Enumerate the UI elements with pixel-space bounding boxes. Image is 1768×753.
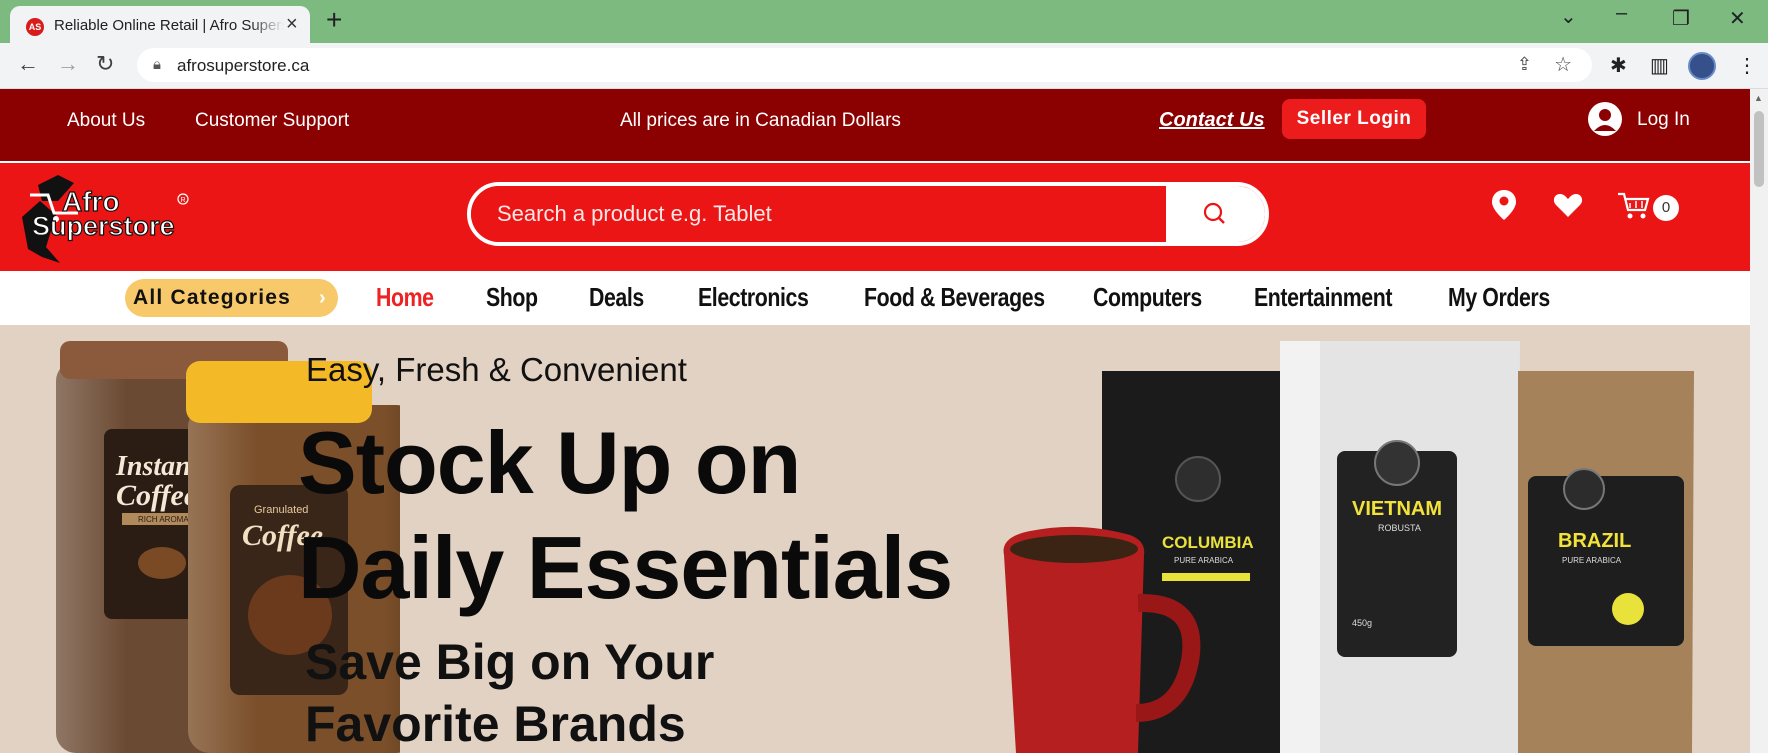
cart-count-badge: 0: [1653, 195, 1679, 221]
bag2-sub: ROBUSTA: [1378, 523, 1421, 533]
bag1-label: COLUMBIA: [1162, 533, 1254, 552]
site-header: Afro Superstore R 0: [0, 163, 1750, 271]
hero-kicker: Easy, Fresh & Convenient: [306, 351, 687, 388]
jar1-label-2: Coffee: [116, 479, 197, 512]
currency-note: All prices are in Canadian Dollars: [620, 110, 901, 131]
side-panel-icon[interactable]: ▥: [1650, 53, 1669, 78]
window-close-icon[interactable]: ✕: [1729, 6, 1746, 31]
about-us-link[interactable]: About Us: [67, 110, 145, 132]
tab-search-chevron-icon[interactable]: ⌄: [1560, 4, 1577, 29]
search-bar: [467, 182, 1269, 246]
nav-computers[interactable]: Computers: [1093, 282, 1202, 313]
search-icon: [1203, 202, 1225, 224]
url-text: afrosuperstore.ca: [177, 56, 310, 75]
bag2-label: VIETNAM: [1352, 498, 1442, 520]
site-topbar: About Us Customer Support All prices are…: [0, 89, 1750, 161]
jar1-tag: RICH AROMA: [138, 515, 189, 524]
browser-tab[interactable]: AS Reliable Online Retail | Afro Superst…: [10, 6, 310, 43]
nav-home[interactable]: Home: [376, 282, 434, 313]
nav-shop[interactable]: Shop: [486, 282, 538, 313]
tab-close-icon[interactable]: ×: [286, 13, 298, 36]
address-bar[interactable]: 🔒︎ afrosuperstore.ca ⇪ ☆: [137, 48, 1592, 82]
user-icon[interactable]: [1588, 102, 1622, 136]
heart-icon[interactable]: [1553, 192, 1583, 223]
forward-icon[interactable]: →: [57, 51, 79, 77]
svg-text:Superstore: Superstore: [32, 211, 175, 241]
menu-kebab-icon[interactable]: ⋮: [1737, 53, 1757, 78]
browser-tab-strip: AS Reliable Online Retail | Afro Superst…: [0, 0, 1768, 43]
location-pin-icon[interactable]: [1491, 189, 1517, 226]
minimize-icon[interactable]: –: [1616, 2, 1627, 25]
contact-us-link[interactable]: Contact Us: [1159, 109, 1265, 132]
afro-superstore-logo[interactable]: Afro Superstore R: [16, 171, 196, 267]
page-scrollbar[interactable]: ▲: [1750, 89, 1768, 753]
profile-avatar[interactable]: [1688, 52, 1716, 80]
bookmark-star-icon[interactable]: ☆: [1554, 52, 1572, 77]
new-tab-icon[interactable]: +: [326, 6, 342, 34]
nav-deals[interactable]: Deals: [589, 282, 644, 313]
lock-icon: 🔒︎: [153, 56, 161, 73]
category-nav: All Categories › Home Shop Deals Electro…: [0, 271, 1750, 325]
share-icon[interactable]: ⇪: [1517, 54, 1532, 75]
hero-title-line-2: Daily Essentials: [298, 518, 953, 617]
bag3-sub: PURE ARABICA: [1562, 556, 1622, 565]
restore-icon[interactable]: ❐: [1672, 6, 1690, 31]
login-link[interactable]: Log In: [1637, 109, 1690, 131]
cart-icon[interactable]: [1617, 192, 1651, 225]
chevron-right-icon: ›: [319, 287, 327, 309]
all-categories-label: All Categories: [133, 286, 292, 309]
nav-electronics[interactable]: Electronics: [698, 282, 809, 313]
all-categories-button[interactable]: All Categories ›: [125, 279, 338, 317]
back-icon[interactable]: ←: [17, 51, 39, 77]
extensions-icon[interactable]: ✱: [1610, 53, 1627, 78]
bag1-sub: PURE ARABICA: [1174, 556, 1234, 565]
scrollbar-thumb[interactable]: [1754, 111, 1764, 187]
favicon-icon: AS: [26, 18, 44, 36]
nav-entertainment[interactable]: Entertainment: [1254, 282, 1392, 313]
hero-subtitle-line-2: Favorite Brands: [305, 696, 686, 752]
seller-login-button[interactable]: Seller Login: [1282, 99, 1426, 139]
nav-my-orders[interactable]: My Orders: [1448, 282, 1550, 313]
bag3-label: BRAZIL: [1558, 530, 1631, 552]
hero-title-line-1: Stock Up on: [298, 413, 801, 512]
hero-banner[interactable]: Instant Coffee RICH AROMA Granulated Cof…: [0, 325, 1750, 753]
reload-icon[interactable]: ↻: [96, 51, 114, 77]
bag2-weight: 450g: [1352, 618, 1372, 628]
nav-food-beverages[interactable]: Food & Beverages: [864, 282, 1045, 313]
browser-toolbar: ← → ↻ 🔒︎ afrosuperstore.ca ⇪ ☆ ✱ ▥ ⋮: [0, 43, 1768, 89]
hero-subtitle-line-1: Save Big on Your: [305, 634, 715, 690]
search-input[interactable]: [471, 186, 1166, 242]
search-button[interactable]: [1166, 186, 1265, 242]
tab-title: Reliable Online Retail | Afro Superstore: [54, 17, 284, 34]
coffee-bags-image: COLUMBIA PURE ARABICA VIETNAM ROBUSTA 45…: [1003, 341, 1694, 753]
svg-text:R: R: [181, 197, 186, 204]
customer-support-link[interactable]: Customer Support: [195, 110, 349, 132]
jar1-label-1: Instant: [115, 451, 200, 482]
scroll-up-arrow-icon[interactable]: ▲: [1754, 93, 1763, 103]
